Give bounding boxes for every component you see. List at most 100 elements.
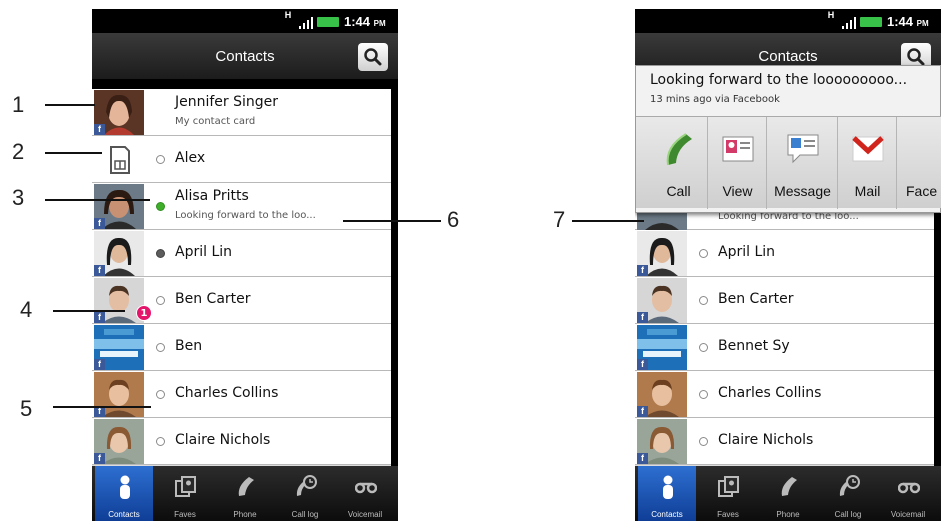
gmail-icon xyxy=(852,136,884,162)
presence-offline-icon xyxy=(699,249,708,258)
list-item[interactable]: f Claire Nichols xyxy=(635,418,934,465)
list-item[interactable]: f Alisa Pritts Looking forward to the lo… xyxy=(92,183,391,230)
action-label: View xyxy=(722,183,753,199)
callout-line xyxy=(45,104,95,106)
list-item[interactable]: f 1 Ben Carter xyxy=(92,277,391,324)
tab-label: Contacts xyxy=(651,510,683,519)
view-action-button[interactable]: View xyxy=(709,117,767,209)
page-title: Contacts xyxy=(758,48,818,65)
avatar: f xyxy=(637,419,687,464)
list-item[interactable]: f Charles Collins xyxy=(92,371,391,418)
message-action-button[interactable]: Message xyxy=(768,117,838,209)
list-item[interactable]: Alex xyxy=(92,136,391,183)
mail-action-button[interactable]: Mail xyxy=(839,117,897,209)
person-icon xyxy=(120,475,130,499)
bottom-tab-bar: Contacts Faves Phone Call log Voicemail xyxy=(635,466,941,521)
presence-offline-icon xyxy=(699,437,708,446)
voicemail-icon xyxy=(355,482,377,494)
contact-name: Ben Carter xyxy=(718,291,794,307)
phone-screen-right: H 1:44 PM Contacts Looking forward to th… xyxy=(635,9,941,521)
facebook-icon: f xyxy=(637,312,648,323)
quick-contact-popup[interactable]: Looking forward to the looooooooo... 13 … xyxy=(635,65,941,213)
callout-2: 2 xyxy=(12,139,25,164)
facebook-icon: f xyxy=(94,218,105,229)
phone-icon xyxy=(781,477,797,496)
avatar: f xyxy=(94,90,144,135)
presence-offline-icon xyxy=(156,437,165,446)
battery-icon xyxy=(860,17,882,27)
contact-name: Claire Nichols xyxy=(718,432,814,448)
bottom-tab-bar: Contacts Faves Phone Call log Voicemail xyxy=(92,466,398,521)
tab-voicemail[interactable]: Voicemail xyxy=(879,466,937,521)
message-icon xyxy=(787,134,819,164)
facebook-icon: f xyxy=(637,406,648,417)
contact-name: April Lin xyxy=(175,244,233,260)
list-item[interactable]: f Ben xyxy=(92,324,391,371)
quick-actions: Call View Message Mail Face xyxy=(636,116,941,209)
phone-icon xyxy=(666,133,692,166)
tab-contacts[interactable]: Contacts xyxy=(638,466,696,521)
list-item[interactable]: f Claire Nichols xyxy=(92,418,391,465)
tab-call-log[interactable]: Call log xyxy=(819,466,877,521)
list-item[interactable]: f Bennet Sy xyxy=(635,324,934,371)
facebook-icon: f xyxy=(637,453,648,464)
avatar: f xyxy=(94,231,144,276)
tab-voicemail[interactable]: Voicemail xyxy=(336,466,394,521)
callout-5: 5 xyxy=(20,396,33,421)
contact-name: Bennet Sy xyxy=(718,338,790,354)
list-item[interactable]: f Charles Collins xyxy=(635,371,934,418)
list-item[interactable]: f April Lin xyxy=(635,230,934,277)
presence-idle-icon xyxy=(156,249,165,258)
contact-name: Ben xyxy=(175,338,203,354)
call-log-icon xyxy=(839,475,860,496)
presence-offline-icon xyxy=(699,390,708,399)
avatar: f xyxy=(94,419,144,464)
status-timestamp: 13 mins ago via Facebook xyxy=(650,94,780,105)
presence-offline-icon xyxy=(699,343,708,352)
contact-subtitle: My contact card xyxy=(175,116,256,127)
avatar: f xyxy=(637,372,687,417)
facebook-icon: f xyxy=(94,124,105,135)
tab-label: Contacts xyxy=(108,510,140,519)
tab-faves[interactable]: Faves xyxy=(699,466,757,521)
presence-offline-icon xyxy=(156,343,165,352)
status-bar: H 1:44 PM xyxy=(635,9,941,33)
contact-name: Jennifer Singer xyxy=(175,94,279,110)
tab-label: Call log xyxy=(291,510,319,519)
facebook-action-button[interactable]: Face xyxy=(898,117,941,209)
tab-label: Voicemail xyxy=(890,510,926,519)
presence-offline-icon xyxy=(156,296,165,305)
search-button[interactable] xyxy=(358,43,388,71)
battery-icon xyxy=(317,17,339,27)
contact-list[interactable]: f Jennifer Singer My contact card Alex f… xyxy=(92,89,391,469)
presence-offline-icon xyxy=(699,296,708,305)
avatar: f xyxy=(94,184,144,229)
tab-faves[interactable]: Faves xyxy=(156,466,214,521)
phone-icon xyxy=(238,477,254,496)
action-label: Message xyxy=(774,183,831,199)
callout-line xyxy=(343,220,441,222)
list-item[interactable]: f Ben Carter xyxy=(635,277,934,324)
avatar: f xyxy=(637,278,687,323)
facebook-icon: f xyxy=(94,265,105,276)
tab-label: Phone xyxy=(233,510,257,519)
tab-contacts[interactable]: Contacts xyxy=(95,466,153,521)
status-message: Looking forward to the looooooooo... xyxy=(650,72,908,88)
tab-phone[interactable]: Phone xyxy=(759,466,817,521)
tab-label: Faves xyxy=(174,510,196,519)
call-action-button[interactable]: Call xyxy=(650,117,708,209)
list-item[interactable]: f April Lin xyxy=(92,230,391,277)
presence-offline-icon xyxy=(156,390,165,399)
signal-icon xyxy=(842,17,856,29)
presence-online-icon xyxy=(156,202,165,211)
callout-line xyxy=(45,152,102,154)
my-contact-card-row[interactable]: f Jennifer Singer My contact card xyxy=(92,89,391,136)
contact-name: Ben Carter xyxy=(175,291,251,307)
contact-name: Charles Collins xyxy=(175,385,279,401)
callout-line xyxy=(53,406,151,408)
contact-status-text: Looking forward to the loo... xyxy=(175,210,316,221)
tab-phone[interactable]: Phone xyxy=(216,466,274,521)
callout-3: 3 xyxy=(12,185,25,210)
contact-name: April Lin xyxy=(718,244,776,260)
tab-call-log[interactable]: Call log xyxy=(276,466,334,521)
